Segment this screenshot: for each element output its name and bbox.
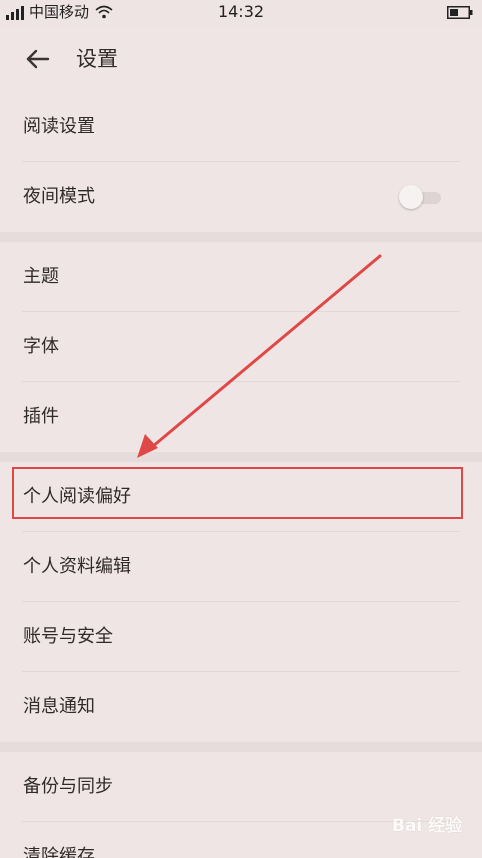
section-gap <box>0 452 482 462</box>
settings-group-appearance: 主题 字体 插件 <box>0 242 482 452</box>
setting-label: 夜间模式 <box>23 186 95 207</box>
setting-plugins[interactable]: 插件 <box>0 382 482 452</box>
section-gap <box>0 232 482 242</box>
setting-night-mode[interactable]: 夜间模式 <box>0 162 482 232</box>
section-gap <box>0 742 482 752</box>
setting-account-security[interactable]: 账号与安全 <box>0 602 482 672</box>
setting-label: 插件 <box>23 406 59 427</box>
setting-reading-preferences[interactable]: 个人阅读偏好 <box>0 462 482 532</box>
app-bar: 设置 <box>0 26 482 92</box>
settings-group-storage: 备份与同步 清除缓存 <box>0 752 482 858</box>
setting-label: 备份与同步 <box>23 776 113 797</box>
setting-label: 消息通知 <box>23 696 95 717</box>
status-time: 14:32 <box>217 2 265 21</box>
setting-label: 个人资料编辑 <box>23 556 131 577</box>
night-mode-toggle[interactable] <box>399 185 444 209</box>
toggle-thumb <box>399 185 423 209</box>
setting-edit-profile[interactable]: 个人资料编辑 <box>0 532 482 602</box>
setting-label: 账号与安全 <box>23 626 113 647</box>
watermark-text: Bai 经验 <box>392 816 463 836</box>
setting-notifications[interactable]: 消息通知 <box>0 672 482 742</box>
setting-label: 清除缓存 <box>23 846 95 858</box>
setting-font[interactable]: 字体 <box>0 312 482 382</box>
watermark-logo: Bai 经验 <box>392 812 477 842</box>
page-title: 设置 <box>76 47 118 71</box>
arrow-left-icon <box>26 49 50 69</box>
setting-label: 字体 <box>23 336 59 357</box>
settings-group-account: 个人阅读偏好 个人资料编辑 账号与安全 消息通知 <box>0 462 482 742</box>
setting-theme[interactable]: 主题 <box>0 242 482 312</box>
setting-reading-settings[interactable]: 阅读设置 <box>0 92 482 162</box>
settings-group-reading: 阅读设置 夜间模式 <box>0 92 482 232</box>
setting-label: 主题 <box>23 266 59 287</box>
battery-icon <box>447 6 473 19</box>
setting-label: 个人阅读偏好 <box>23 486 131 507</box>
back-button[interactable] <box>20 44 54 74</box>
setting-label: 阅读设置 <box>23 116 95 137</box>
status-bar: 中国移动 14:32 <box>0 0 482 26</box>
